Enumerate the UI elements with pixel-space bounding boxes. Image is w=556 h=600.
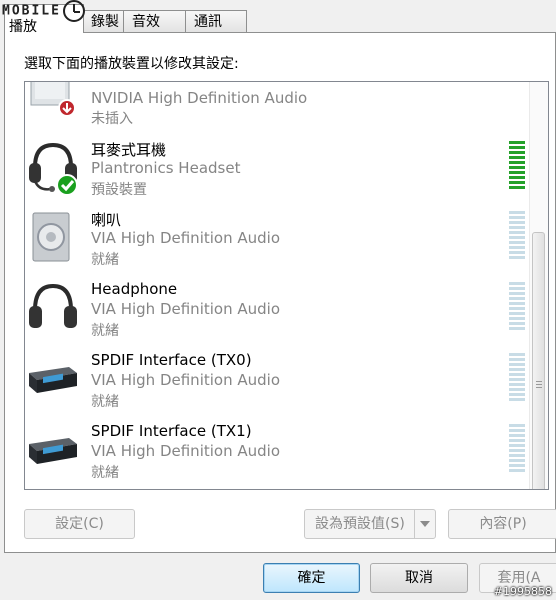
tab-sounds[interactable]: 音效 (123, 10, 186, 32)
tab-communications[interactable]: 通訊 (185, 10, 247, 32)
tab-strip: MOBILE 播放播放 錄製 音效 通訊 (0, 0, 556, 35)
chevron-down-icon[interactable] (414, 510, 435, 538)
device-status: 預設裝置 (91, 182, 147, 198)
device-name: 喇叭 (91, 211, 122, 229)
playback-panel: 選取下面的播放裝置以修改其設定: NVIDIA High Definition … (4, 32, 556, 553)
device-status: 就緒 (91, 394, 119, 410)
device-name: 耳麥式耳機 (91, 141, 167, 159)
tab-recording[interactable]: 錄製 (82, 10, 124, 32)
configure-button[interactable]: 設定(C) (24, 509, 135, 539)
level-meter (509, 141, 525, 191)
device-status: 未插入 (91, 111, 133, 127)
headset-default-icon (27, 141, 79, 196)
ok-button[interactable]: 確定 (263, 563, 360, 593)
device-driver: VIA High Definition Audio (91, 442, 280, 460)
properties-button[interactable]: 內容(P) (448, 509, 556, 539)
device-status: 就緒 (91, 465, 119, 481)
headphone-icon (27, 282, 79, 334)
image-id-watermark: #1995858 (493, 585, 552, 598)
device-name: SPDIF Interface (TX1) (91, 422, 252, 440)
device-list[interactable]: NVIDIA High Definition Audio 未插入 耳麥式耳機 P… (24, 81, 549, 490)
instruction-text: 選取下面的播放裝置以修改其設定: (24, 56, 239, 72)
level-meter (509, 211, 525, 261)
level-meter (509, 353, 525, 403)
device-driver: VIA High Definition Audio (91, 229, 280, 247)
speaker-icon (27, 211, 79, 263)
device-name: Headphone (91, 280, 178, 298)
device-item-spdif-tx0[interactable]: SPDIF Interface (TX0) VIA High Definitio… (25, 351, 530, 421)
device-driver: Plantronics Headset (91, 159, 241, 177)
device-item-speaker[interactable]: 喇叭 VIA High Definition Audio 就緒 (25, 209, 530, 279)
device-item-spdif-tx1[interactable]: SPDIF Interface (TX1) VIA High Definitio… (25, 422, 530, 489)
vertical-scrollbar[interactable] (529, 82, 548, 489)
level-meter (509, 424, 525, 474)
clock-icon (62, 0, 85, 22)
device-name: SPDIF Interface (TX0) (91, 351, 252, 369)
device-item-headphone[interactable]: Headphone VIA High Definition Audio 就緒 (25, 280, 530, 350)
device-driver: VIA High Definition Audio (91, 371, 280, 389)
set-default-split-button[interactable]: 設為預設值(S) (304, 509, 436, 539)
device-driver: VIA High Definition Audio (91, 300, 280, 318)
device-name: NVIDIA High Definition Audio (91, 89, 308, 107)
cancel-button[interactable]: 取消 (370, 563, 468, 593)
monitor-speaker-unplugged-icon (27, 82, 79, 127)
set-default-label: 設為預設值(S) (315, 516, 405, 532)
spdif-device-icon (27, 353, 79, 405)
spdif-device-icon (27, 424, 79, 476)
watermark-logo: MOBILE (2, 0, 85, 22)
device-status: 就緒 (91, 252, 119, 268)
scroll-thumb[interactable] (532, 232, 545, 489)
device-item-headset[interactable]: 耳麥式耳機 Plantronics Headset 預設裝置 (25, 139, 530, 209)
device-status: 就緒 (91, 323, 119, 339)
level-meter (509, 282, 525, 332)
